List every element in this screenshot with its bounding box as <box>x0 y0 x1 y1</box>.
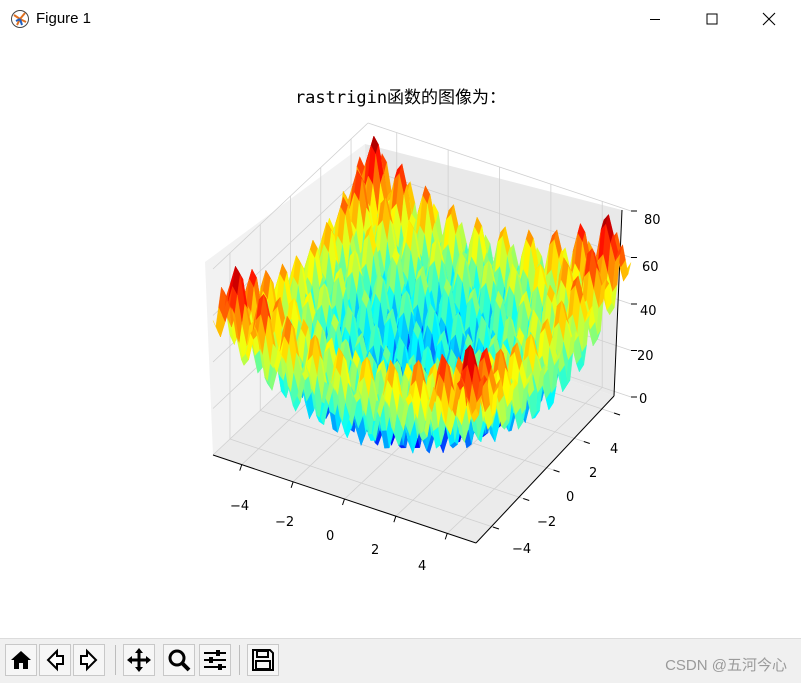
tick-mark <box>583 441 590 444</box>
y-tick-label: 4 <box>610 442 618 457</box>
configure-icon <box>204 650 226 670</box>
pan-button[interactable] <box>123 644 155 676</box>
x-tick-label: 0 <box>326 529 334 544</box>
zoom-button[interactable] <box>163 644 195 676</box>
forward-icon <box>80 648 98 672</box>
z-tick-label: 20 <box>637 349 654 364</box>
tick-mark <box>290 481 294 488</box>
forward-button[interactable] <box>73 644 105 676</box>
y-tick-label: 2 <box>589 466 597 481</box>
toolbar-separator <box>115 645 116 675</box>
zoom-icon <box>168 649 191 672</box>
tick-mark <box>492 526 500 530</box>
tick-mark <box>444 533 448 540</box>
z-tick-label: 40 <box>640 304 657 319</box>
home-button[interactable] <box>5 644 37 676</box>
y-tick-label: −4 <box>512 542 531 557</box>
tick-mark <box>523 498 530 501</box>
tick-mark <box>342 498 345 506</box>
watermark: CSDN @五河今心 <box>665 657 787 674</box>
save-button[interactable] <box>247 644 279 676</box>
surface-plot[interactable]: −4 −2 0 2 4 −4 −2 0 2 4 0 20 40 60 80 <box>0 0 801 638</box>
tick-mark <box>553 469 560 473</box>
y-tick-label: 0 <box>566 490 574 505</box>
tick-mark <box>393 516 397 523</box>
x-tick-label: 4 <box>418 559 426 574</box>
back-icon <box>46 648 64 672</box>
tick-mark <box>239 464 243 471</box>
x-tick-label: −4 <box>230 499 249 514</box>
x-tick-label: 2 <box>371 543 379 558</box>
configure-button[interactable] <box>199 644 231 676</box>
home-icon <box>11 651 31 669</box>
pan-icon <box>127 648 151 672</box>
save-icon <box>252 649 274 671</box>
tick-mark <box>613 412 621 416</box>
toolbar-separator <box>239 645 240 675</box>
x-tick-label: −2 <box>275 515 294 530</box>
z-tick-label: 60 <box>642 260 659 275</box>
y-tick-label: −2 <box>537 515 556 530</box>
z-tick-label: 0 <box>639 392 647 407</box>
back-button[interactable] <box>39 644 71 676</box>
z-tick-label: 80 <box>644 213 661 228</box>
